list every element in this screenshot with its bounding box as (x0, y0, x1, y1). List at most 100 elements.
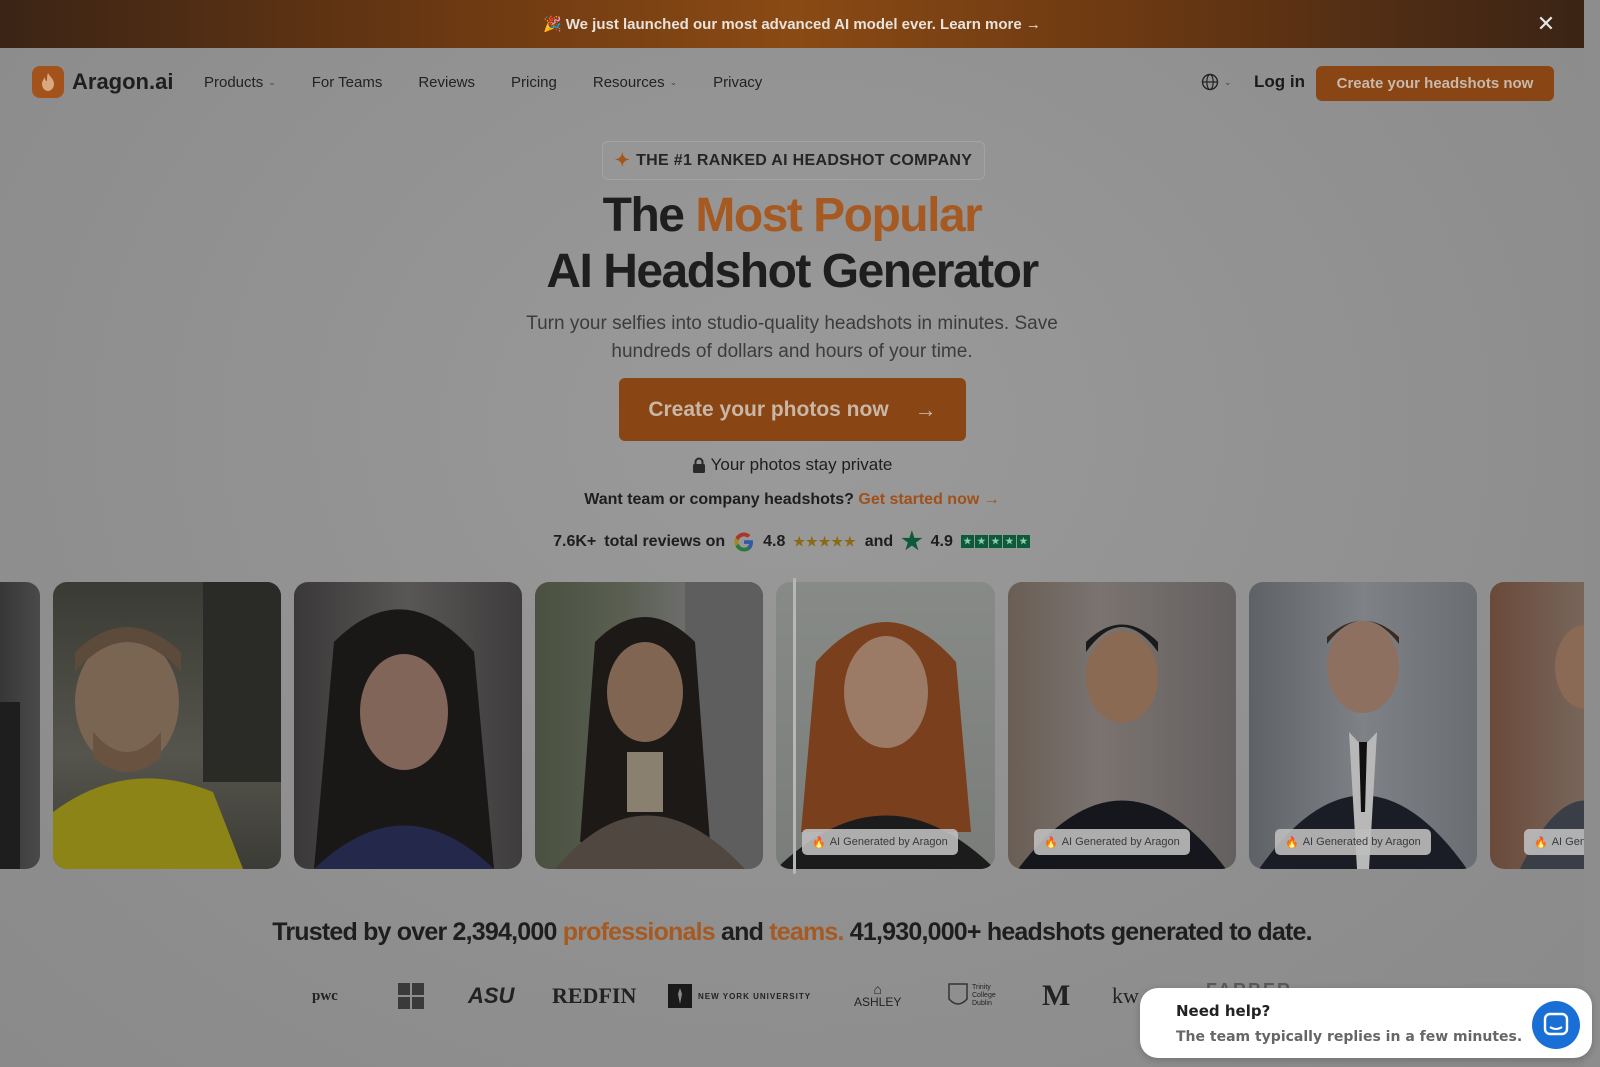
flame-logo-icon (32, 66, 64, 98)
trusted-text: Trusted by over 2,394,000 (272, 918, 563, 946)
nav-item-label: Resources (592, 74, 665, 91)
nav-item-resources[interactable]: Resources ⌄ (593, 74, 677, 91)
ranked-badge: ✦ THE #1 RANKED AI HEADSHOT COMPANY (602, 141, 985, 180)
google-stars-icon: ★★★★★ (793, 533, 857, 549)
person-silhouette (1018, 624, 1226, 869)
nav-item-products[interactable]: Products ⌄ (204, 74, 276, 91)
chat-title: Need help? (1176, 1002, 1271, 1020)
flame-icon: 🔥 (1044, 836, 1058, 849)
chevron-down-icon: ⌄ (268, 77, 276, 87)
page: 🎉 We just launched our most advanced AI … (0, 0, 1584, 1067)
banner-text[interactable]: We just launched our most advanced AI mo… (566, 16, 1041, 33)
flame-icon: 🔥 (1285, 836, 1299, 849)
ai-headshot: 🔥 AI Generated by Aragon (1249, 582, 1477, 869)
nav-item-pricing[interactable]: Pricing (511, 74, 557, 91)
ai-headshot: 🔥 AI Generated by Aragon (776, 582, 995, 869)
logo-text: Trinity College Dublin (972, 984, 996, 1007)
ai-generated-tag: 🔥 AI Generated by Aragon (1275, 829, 1431, 855)
nav-item-label: Reviews (418, 74, 476, 91)
close-icon[interactable]: ✕ (1536, 13, 1556, 35)
trusted-text: 41,930,000+ headshots generated to date. (843, 918, 1313, 946)
help-chat-widget[interactable]: Need help? The team typically replies in… (1140, 988, 1592, 1058)
comparison-divider[interactable] (793, 578, 796, 874)
get-started-link[interactable]: Get started now → (858, 491, 999, 508)
windows-logo (398, 976, 424, 1016)
language-selector[interactable]: ⌄ (1201, 73, 1232, 91)
nav-item-privacy[interactable]: Privacy (713, 74, 762, 91)
create-photos-button[interactable]: Create your photos now → (619, 378, 966, 441)
google-icon (734, 532, 754, 551)
nav-item-for-teams[interactable]: For Teams (312, 74, 383, 91)
ai-tag-text: AI Generated by Aragon (1302, 836, 1421, 848)
ai-headshot: 🔥AI Gene (1490, 582, 1584, 869)
trusted-accent: teams. (769, 918, 844, 946)
ai-tag-text: AI Gene (1551, 836, 1584, 848)
ai-tag-text: AI Generated by Aragon (829, 836, 948, 848)
hero-title-line2: AI Headshot Generator (546, 245, 1039, 298)
party-emoji-icon: 🎉 (543, 16, 562, 33)
redfin-logo: REDFIN (552, 976, 636, 1016)
google-rating: 4.8 (763, 532, 786, 550)
globe-icon (1201, 73, 1219, 91)
privacy-note-text: Your photos stay private (710, 455, 893, 474)
nyu-logo: NEW YORK UNIVERSITY (668, 976, 811, 1016)
ai-tag-text: AI Generated by Aragon (1061, 836, 1180, 848)
person-silhouette (1520, 625, 1584, 869)
scrollbar[interactable] (1584, 0, 1600, 1067)
person-silhouette (1259, 620, 1467, 869)
hero-title-line1: The Most Popular (0, 188, 1584, 243)
before-photo (0, 582, 40, 869)
logo-text: ASU (468, 983, 515, 1008)
trustpilot-rating: 4.9 (930, 532, 953, 550)
logo-text: ASHLEY (854, 995, 902, 1009)
person-silhouette (0, 702, 20, 869)
person-silhouette (53, 582, 281, 869)
trinity-logo: Trinity College Dublin (948, 976, 1004, 1016)
login-link[interactable]: Log in (1254, 72, 1305, 92)
reviews-summary: 7.6K+ total reviews on 4.8 ★★★★★ and ★ 4… (0, 527, 1584, 556)
before-photo (294, 582, 522, 869)
before-photo (535, 582, 763, 869)
logo[interactable]: Aragon.ai (32, 66, 173, 98)
person-silhouette (776, 622, 995, 869)
top-nav: Aragon.ai Products ⌄ For Teams Reviews Pr… (0, 48, 1584, 120)
trustpilot-stars-icon: ★ ★ ★ ★ ★ (960, 535, 1031, 548)
ai-generated-tag: 🔥 AI Generated by Aragon (1034, 829, 1190, 855)
nav-item-reviews[interactable]: Reviews (418, 74, 475, 91)
create-headshots-button[interactable]: Create your headshots now (1316, 66, 1554, 101)
chat-subtitle: The team typically replies in a few minu… (1176, 1029, 1523, 1045)
chat-launcher-button[interactable] (1532, 1001, 1580, 1049)
nav-item-label: For Teams (311, 74, 383, 91)
logo-text: kw (1112, 983, 1139, 1008)
logo-text: Aragon.ai (72, 69, 174, 94)
reviews-and: and (864, 532, 894, 550)
trusted-by-line: Trusted by over 2,394,000 professionals … (0, 918, 1584, 947)
chat-bubble-icon (1543, 1012, 1569, 1036)
title-accent: Most Popular (695, 189, 983, 242)
nav-item-label: Products (204, 74, 264, 91)
privacy-note: Your photos stay private (0, 455, 1584, 475)
review-label: total reviews on (604, 532, 726, 550)
house-icon: ⌂ (873, 981, 882, 997)
logo-text: pwc (312, 987, 338, 1004)
person-silhouette (314, 609, 494, 869)
logo-text: M (1042, 979, 1071, 1012)
ai-generated-tag: 🔥 AI Generated by Aragon (802, 829, 958, 855)
cta-label: Create your photos now (648, 397, 889, 421)
review-count: 7.6K+ (553, 532, 597, 550)
flame-icon: 🔥 (1534, 836, 1548, 849)
announcement-banner[interactable]: 🎉 We just launched our most advanced AI … (0, 0, 1584, 48)
person-silhouette (555, 582, 763, 869)
headshot-carousel[interactable]: 🔥 AI Generated by Aragon 🔥 AI Generated by… (0, 582, 1584, 869)
team-headshots-line: Want team or company headshots? Get star… (0, 491, 1584, 509)
pwc-logo: pwc (312, 976, 338, 1016)
ashley-logo: ⌂ ASHLEY (854, 976, 901, 1016)
before-photo (53, 582, 281, 869)
badge-text: THE #1 RANKED AI HEADSHOT COMPANY (636, 151, 973, 169)
hero-subtitle-text: Turn your selfies into studio-quality he… (526, 313, 1058, 362)
logo-text: REDFIN (552, 983, 637, 1008)
hero-subtitle: Turn your selfies into studio-quality he… (0, 310, 1584, 366)
asu-logo: ASU (468, 976, 514, 1016)
flame-icon: 🔥 (812, 836, 826, 849)
nav-item-label: Privacy (713, 74, 763, 91)
